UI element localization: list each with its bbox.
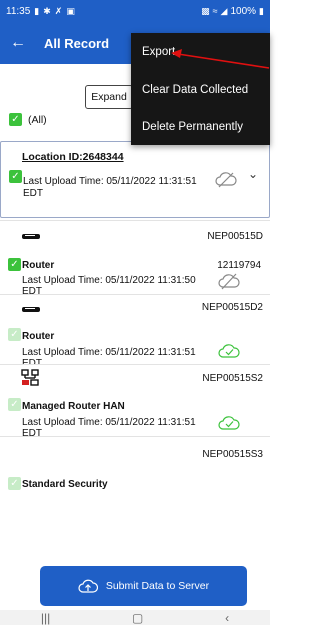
cloud-not-synced-icon — [218, 273, 240, 290]
location-id[interactable]: Location ID:2648344 — [22, 151, 124, 163]
settings-icon: ✱ — [43, 5, 51, 16]
location-checkbox[interactable]: ✓ — [9, 170, 22, 183]
expand-button[interactable]: Expand — [85, 85, 133, 109]
message-icon: ▮ — [34, 5, 40, 16]
router-icon — [22, 234, 40, 239]
missed-call-icon: ✗ — [54, 5, 63, 16]
nfc-icon: ▩ — [201, 5, 210, 16]
cloud-upload-icon — [78, 579, 98, 593]
location-upload-time: Last Upload Time: 05/11/2022 11:31:51 ED… — [23, 176, 197, 199]
device-code: NEP00515D2 — [201, 302, 263, 313]
recent-apps-icon[interactable]: ||| — [41, 611, 50, 625]
device-item[interactable]: NEP00515S3 ✓ Standard Security — [0, 436, 270, 560]
cloud-synced-icon — [218, 344, 240, 358]
device-checkbox[interactable]: ✓ — [8, 258, 21, 271]
wifi-icon: ≈ — [212, 5, 218, 16]
device-checkbox[interactable]: ✓ — [8, 398, 21, 411]
submit-data-button[interactable]: Submit Data to Server — [40, 566, 247, 606]
cloud-synced-icon — [218, 416, 240, 430]
device-checkbox[interactable]: ✓ — [8, 328, 21, 341]
back-arrow-icon[interactable]: ← — [4, 34, 32, 52]
device-name: Standard Security — [22, 479, 108, 490]
device-name: Managed Router HAN — [22, 401, 125, 412]
device-item[interactable]: NEP00515S2 ✓ Managed Router HAN Last Upl… — [0, 364, 270, 439]
home-icon[interactable]: ▢ — [132, 611, 143, 625]
annotation-arrow — [171, 49, 270, 69]
page-title: All Record — [44, 35, 110, 51]
battery-percent: 100% — [230, 5, 257, 17]
device-checkbox[interactable]: ✓ — [8, 477, 21, 490]
signal-icon: ◢ — [220, 5, 228, 16]
status-bar: 11:35 ▮ ✱ ✗ ▣ ▩ ≈ ◢ 100% ▮ — [0, 0, 270, 22]
menu-item-clear-data[interactable]: Clear Data Collected — [131, 71, 270, 108]
device-name: Router — [22, 331, 55, 342]
status-time: 11:35 — [6, 5, 31, 17]
device-code: NEP00515S3 — [202, 449, 263, 460]
select-all-row[interactable]: ✓ (All) — [9, 113, 47, 126]
menu-item-delete-permanently[interactable]: Delete Permanently — [131, 108, 270, 145]
cloud-not-synced-icon — [215, 172, 237, 188]
device-serial: 12119794 — [217, 260, 261, 271]
device-code: NEP00515D — [207, 231, 263, 242]
device-item[interactable]: NEP00515D ✓ Router 12119794 Last Upload … — [0, 220, 270, 297]
select-all-label: (All) — [28, 113, 47, 126]
app-icon: ▣ — [66, 5, 75, 16]
select-all-checkbox[interactable]: ✓ — [9, 113, 22, 126]
submit-data-label: Submit Data to Server — [105, 580, 210, 592]
chevron-down-icon[interactable]: ⌄ — [248, 167, 258, 181]
battery-icon: ▮ — [259, 5, 264, 16]
system-nav-bar: ||| ▢ ‹ — [0, 610, 270, 625]
managed-router-icon — [21, 369, 39, 386]
back-icon[interactable]: ‹ — [225, 611, 229, 625]
device-item[interactable]: NEP00515D2 ✓ Router Last Upload Time: 05… — [0, 294, 270, 369]
router-icon — [22, 307, 40, 312]
device-code: NEP00515S2 — [202, 373, 263, 384]
location-card[interactable]: Location ID:2648344 ✓ Last Upload Time: … — [0, 141, 270, 218]
device-name: Router — [22, 260, 55, 271]
